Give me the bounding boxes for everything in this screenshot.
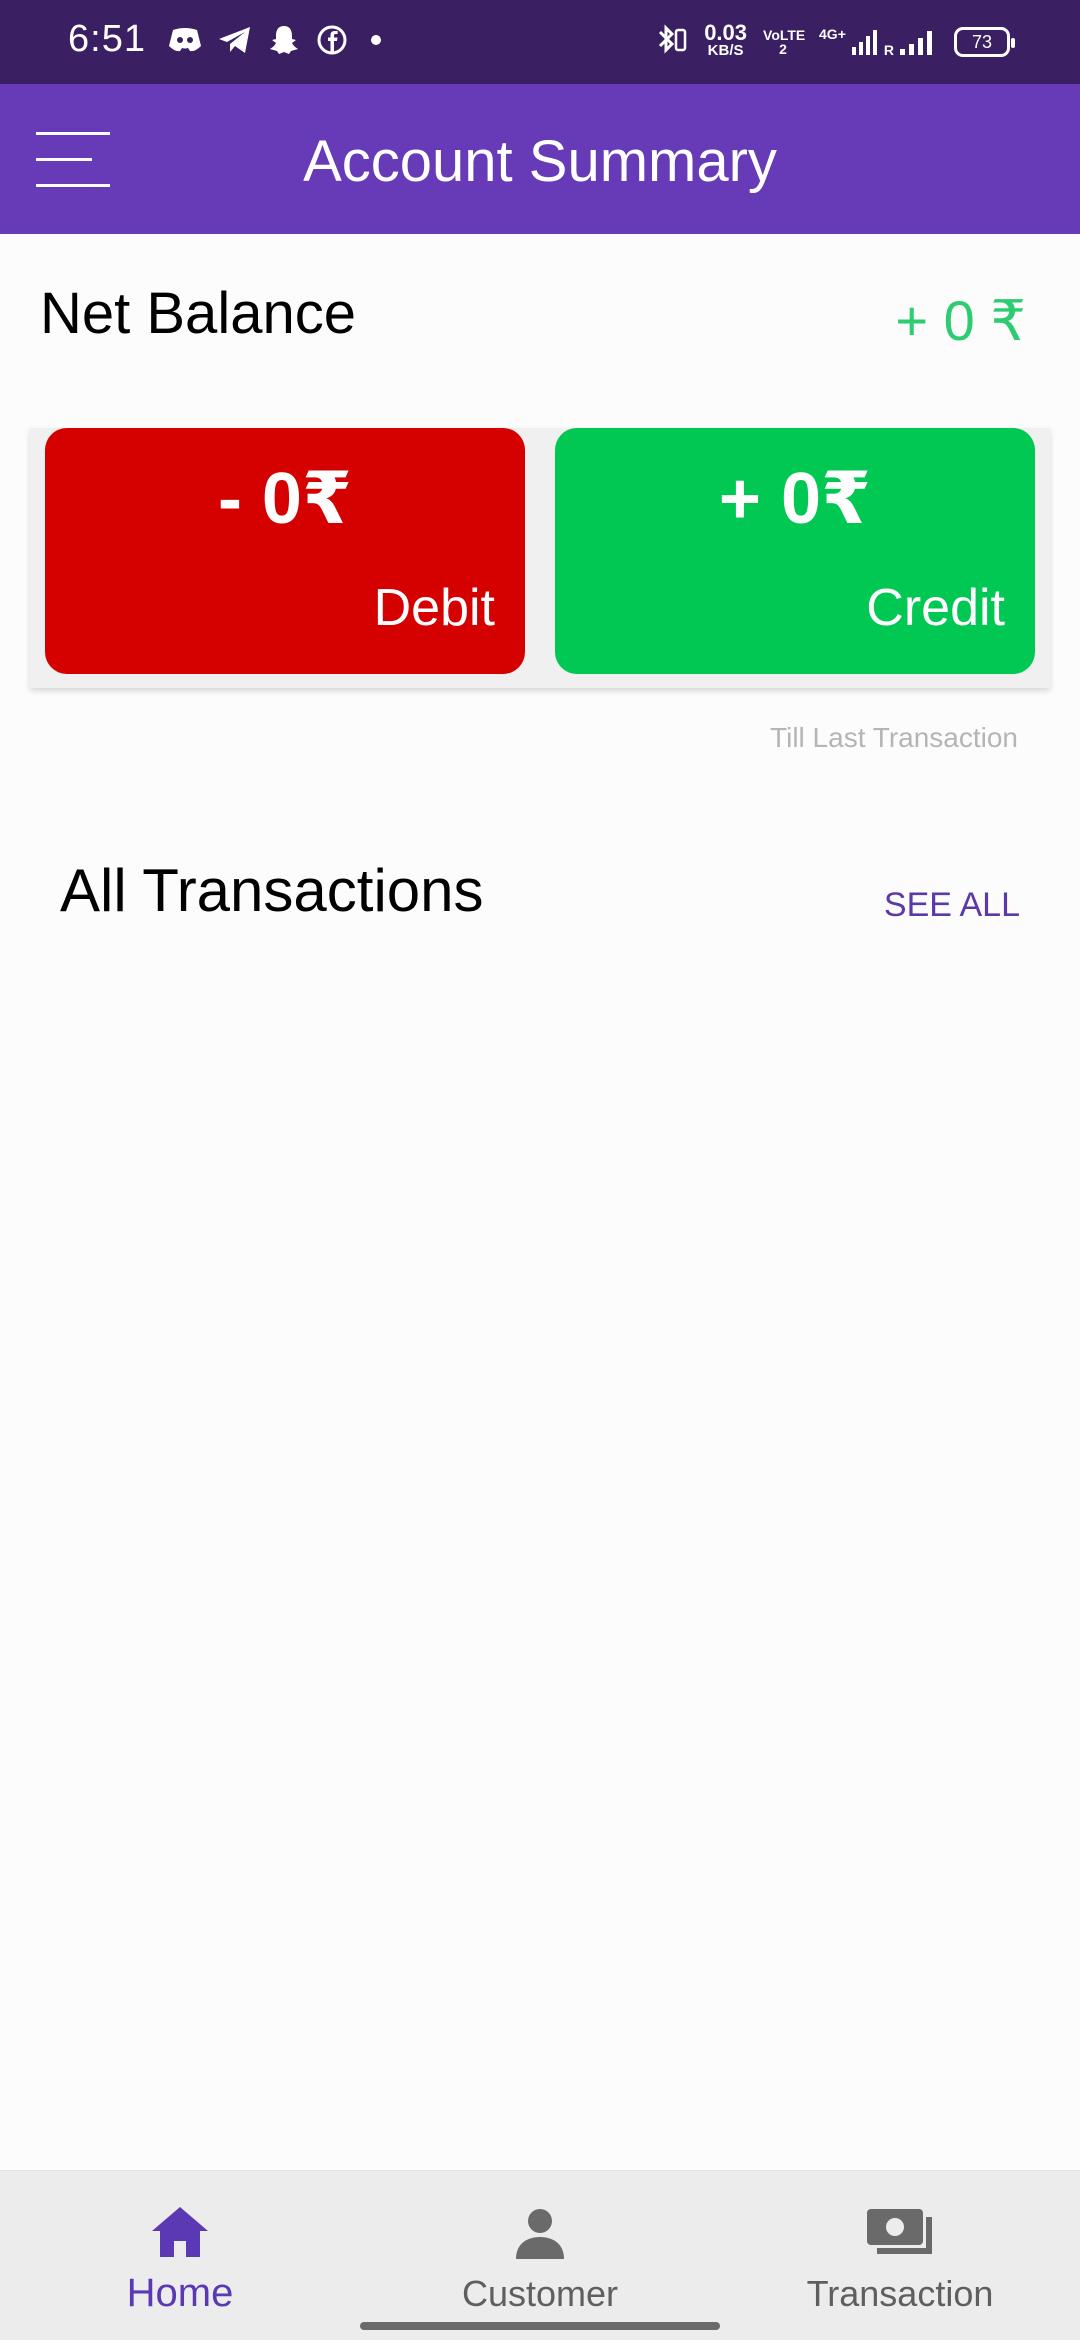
home-gesture-bar[interactable] (360, 2322, 720, 2330)
net-speed: 0.03 KB/S (704, 20, 748, 60)
status-bar: 6:51 0.03 KB/S VoLTE 2 4G+ R 73 (0, 0, 1080, 84)
bluetooth-icon (652, 22, 688, 63)
net-speed-value: 0.03 (704, 20, 748, 45)
battery-icon: 73 (954, 27, 1015, 57)
nav-customer-label: Customer (461, 2273, 619, 2314)
network-label: 4G+ (819, 26, 846, 42)
nav-home[interactable]: Home (0, 2171, 360, 2340)
nav-transaction-label: Transaction (806, 2273, 994, 2314)
credit-card[interactable]: + 0₹ Credit (555, 428, 1035, 674)
facebook-icon (316, 24, 348, 61)
nav-customer[interactable]: Customer (360, 2171, 720, 2340)
dot-icon (364, 28, 388, 57)
net-balance-value: + 0 ₹ (895, 289, 1026, 352)
money-icon (720, 2205, 1080, 2261)
nav-home-label: Home (126, 2271, 234, 2315)
see-all-button[interactable]: SEE ALL (884, 886, 1020, 925)
credit-label: Credit (866, 579, 1005, 637)
balance-cards: - 0₹ Debit + 0₹ Credit (30, 428, 1050, 688)
transactions-title: All Transactions (60, 857, 484, 924)
page-title: Account Summary (303, 129, 777, 194)
snapchat-icon (268, 24, 300, 61)
net-speed-unit: KB/S (707, 42, 744, 59)
discord-icon (168, 26, 202, 59)
volte-label: VoLTE 2 (763, 27, 806, 57)
roaming-label: R (883, 42, 894, 58)
home-icon (0, 2205, 360, 2259)
app-bar: Account Summary (0, 84, 1080, 234)
debit-amount: - 0₹ (217, 459, 353, 539)
signal-icon: 4G+ R (819, 27, 938, 57)
debit-card[interactable]: - 0₹ Debit (45, 428, 525, 674)
battery-level: 73 (971, 31, 993, 52)
status-time: 6:51 (68, 18, 146, 60)
person-icon (360, 2205, 720, 2261)
telegram-icon (218, 25, 252, 60)
nav-transaction[interactable]: Transaction (720, 2171, 1080, 2340)
credit-amount: + 0₹ (718, 459, 872, 539)
bottom-navigation: Home Customer Transaction (0, 2170, 1080, 2340)
system-icons: 0.03 KB/S VoLTE 2 4G+ R 73 (652, 18, 1015, 66)
debit-label: Debit (373, 579, 495, 637)
net-balance-label: Net Balance (40, 281, 356, 346)
notification-icons (168, 22, 388, 62)
till-last-transaction-note: Till Last Transaction (770, 722, 1018, 753)
